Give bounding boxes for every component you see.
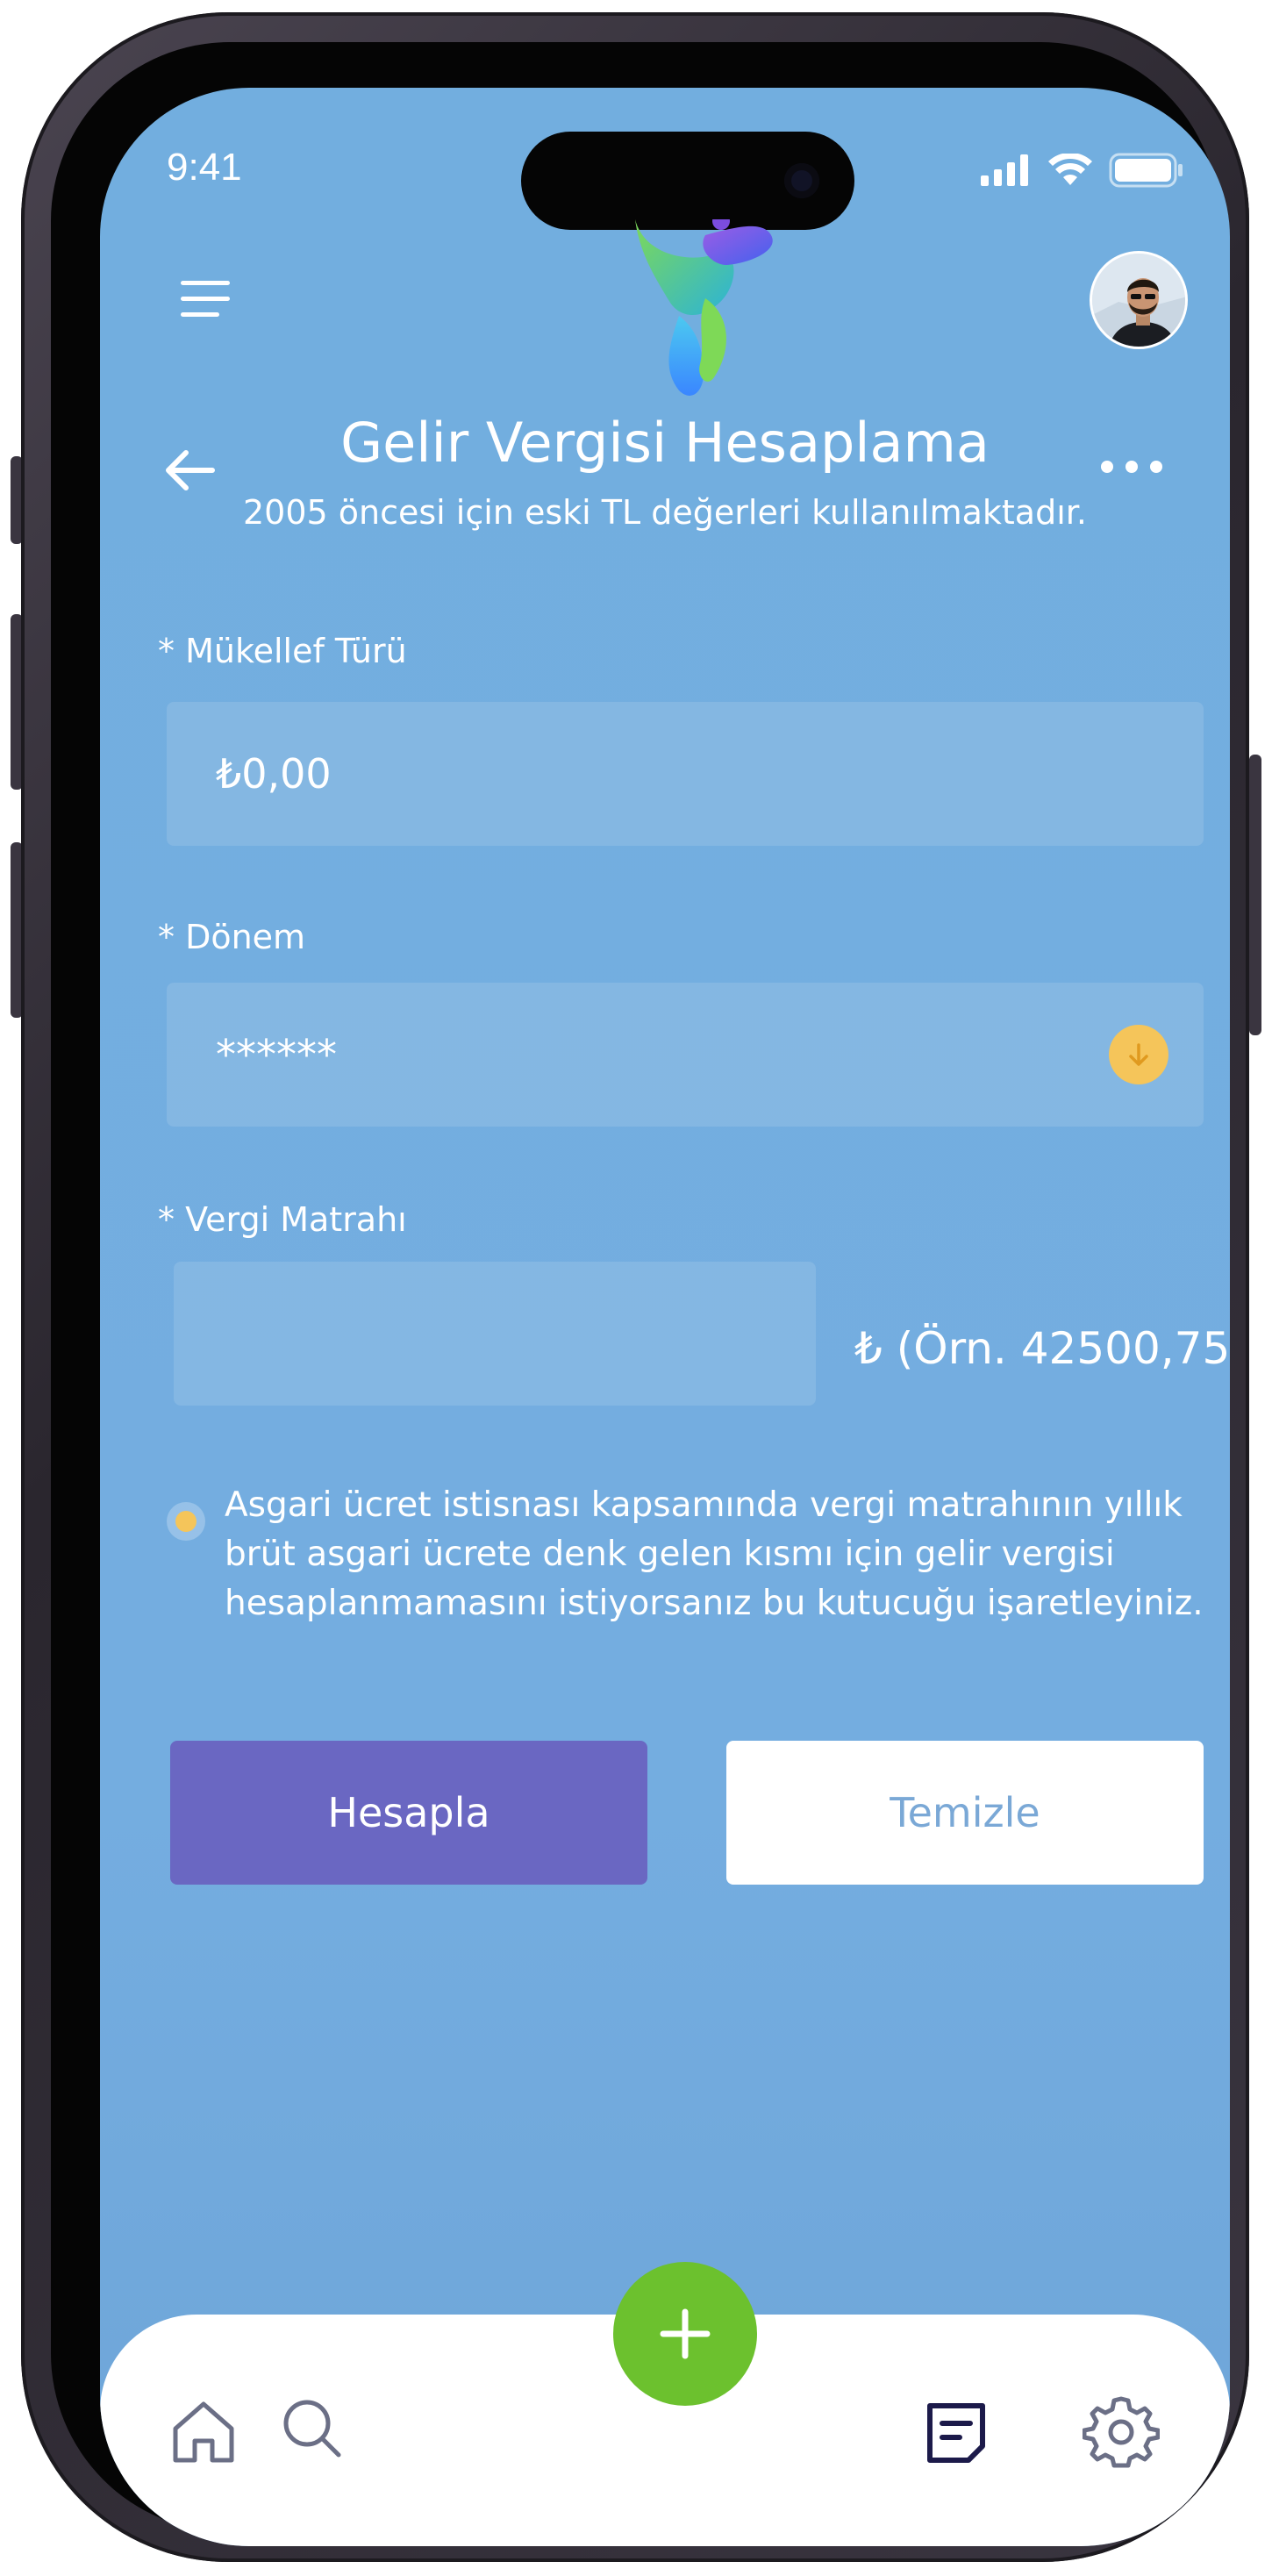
- status-icons: [981, 153, 1184, 188]
- plus-icon: [660, 2308, 711, 2359]
- avatar-image: [1092, 254, 1185, 347]
- period-value: ******: [216, 1031, 337, 1078]
- settings-icon[interactable]: [1083, 2394, 1160, 2471]
- notes-icon[interactable]: [918, 2394, 995, 2471]
- tax-base-input[interactable]: [174, 1262, 816, 1406]
- add-button[interactable]: [613, 2262, 757, 2406]
- calculate-button[interactable]: Hesapla: [170, 1741, 647, 1885]
- page-subtitle: 2005 öncesi için eski TL değerleri kulla…: [242, 493, 1087, 532]
- battery-icon: [1109, 153, 1183, 188]
- exemption-checkbox-label: Asgari ücret istisnası kapsamında vergi …: [225, 1485, 1204, 1623]
- hamburger-menu-icon[interactable]: [181, 277, 233, 321]
- more-options-icon[interactable]: [1097, 449, 1167, 484]
- tax-base-label: * Vergi Matrahı: [158, 1200, 407, 1239]
- phone-bezel: 9:41 Gelir Vergisi Hesaplama 2005 öncesi…: [51, 42, 1230, 2546]
- status-time: 9:41: [167, 146, 242, 189]
- dynamic-island: [521, 132, 854, 230]
- page-title: Gelir Vergisi Hesaplama: [340, 411, 990, 475]
- period-label: * Dönem: [158, 918, 306, 956]
- app-logo: [635, 219, 773, 396]
- tax-base-hint: ₺ (Örn. 42500,75): [854, 1323, 1230, 1374]
- period-select[interactable]: ******: [167, 983, 1204, 1127]
- dropdown-arrow-icon[interactable]: [1109, 1025, 1168, 1084]
- taxpayer-type-field[interactable]: ₺0,00: [167, 702, 1204, 846]
- exemption-checkbox[interactable]: [167, 1502, 205, 1541]
- phone-frame: 9:41 Gelir Vergisi Hesaplama 2005 öncesi…: [21, 12, 1249, 2562]
- camera-icon: [784, 163, 819, 198]
- search-icon[interactable]: [274, 2390, 351, 2467]
- taxpayer-type-value: ₺0,00: [216, 750, 332, 798]
- wifi-icon: [1048, 154, 1092, 185]
- app-screen: 9:41 Gelir Vergisi Hesaplama 2005 öncesi…: [100, 88, 1230, 2546]
- home-icon[interactable]: [165, 2394, 242, 2471]
- user-avatar[interactable]: [1090, 251, 1188, 349]
- clear-button[interactable]: Temizle: [726, 1741, 1204, 1885]
- cellular-signal-icon: [981, 154, 1028, 186]
- power-button: [1249, 755, 1261, 1035]
- taxpayer-type-label: * Mükellef Türü: [158, 632, 407, 670]
